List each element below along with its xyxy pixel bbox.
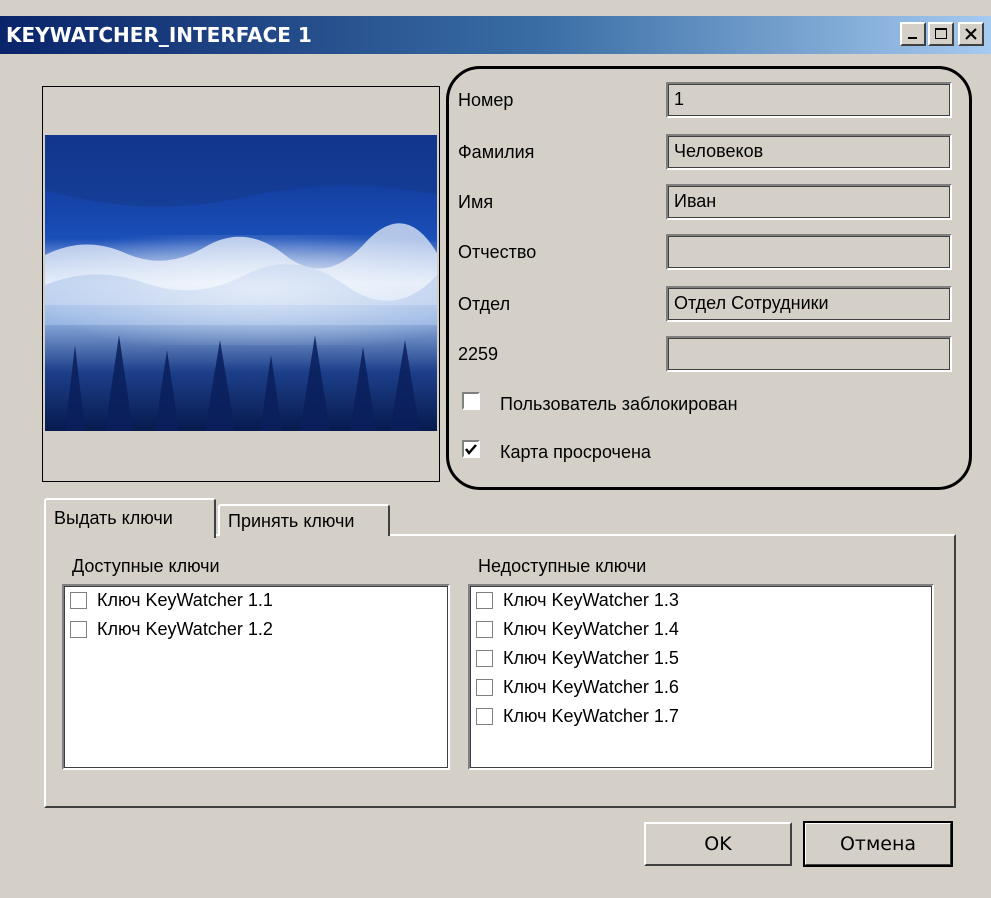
checkmark-icon [465,444,477,455]
department-field[interactable]: Отдел Сотрудники [666,286,952,322]
number-field[interactable]: 1 [666,82,952,118]
surname-field[interactable]: Человеков [666,134,952,170]
surname-label: Фамилия [458,142,535,162]
window-title: KEYWATCHER_INTERFACE 1 [6,23,312,47]
cancel-button[interactable]: Отмена [803,821,953,867]
checkbox-icon[interactable] [476,592,493,609]
checkbox-icon[interactable] [476,708,493,725]
blocked-label: Пользователь заблокирован [500,394,738,414]
list-item[interactable]: Ключ KeyWatcher 1.5 [470,644,932,673]
department-label: Отдел [458,294,511,314]
name-field[interactable]: Иван [666,184,952,220]
key-label: Ключ KeyWatcher 1.1 [97,590,273,610]
list-item[interactable]: Ключ KeyWatcher 1.2 [64,615,448,644]
close-button[interactable] [958,22,984,46]
key-label: Ключ KeyWatcher 1.3 [503,590,679,610]
ok-button[interactable]: OK [644,822,792,866]
minimize-button[interactable] [900,22,926,46]
maximize-icon [935,28,947,39]
key-label: Ключ KeyWatcher 1.2 [97,619,273,639]
code-label: 2259 [458,344,499,364]
close-icon [965,28,977,40]
key-label: Ключ KeyWatcher 1.6 [503,677,679,697]
user-photo [45,135,437,431]
expired-label: Карта просрочена [500,442,651,462]
expired-checkbox[interactable] [462,440,480,458]
checkbox-icon[interactable] [476,650,493,667]
photo-frame [42,86,440,482]
blocked-checkbox[interactable] [462,392,480,410]
checkbox-icon[interactable] [70,621,87,638]
checkbox-icon[interactable] [476,621,493,638]
available-keys-list[interactable]: Ключ KeyWatcher 1.1 Ключ KeyWatcher 1.2 [62,584,450,770]
tab-issue-keys[interactable]: Выдать ключи [44,498,216,538]
number-label: Номер [458,90,514,110]
unavailable-keys-list[interactable]: Ключ KeyWatcher 1.3 Ключ KeyWatcher 1.4 … [468,584,934,770]
minimize-icon [908,37,917,39]
unavailable-keys-header: Недоступные ключи [478,556,647,576]
title-bar[interactable]: KEYWATCHER_INTERFACE 1 [0,16,991,54]
patronymic-label: Отчество [458,242,537,262]
checkbox-icon[interactable] [70,592,87,609]
key-label: Ключ KeyWatcher 1.4 [503,619,679,639]
code-field[interactable] [666,336,952,372]
list-item[interactable]: Ключ KeyWatcher 1.1 [64,586,448,615]
available-keys-header: Доступные ключи [72,556,220,576]
checkbox-icon[interactable] [476,679,493,696]
list-item[interactable]: Ключ KeyWatcher 1.3 [470,586,932,615]
patronymic-field[interactable] [666,234,952,270]
key-label: Ключ KeyWatcher 1.7 [503,706,679,726]
name-label: Имя [458,192,494,212]
info-highlight [446,66,972,490]
key-label: Ключ KeyWatcher 1.5 [503,648,679,668]
list-item[interactable]: Ключ KeyWatcher 1.4 [470,615,932,644]
dialog-window: KEYWATCHER_INTERFACE 1 Номер 1 Фамилия Ч… [0,0,991,898]
tab-accept-keys[interactable]: Принять ключи [218,504,390,536]
list-item[interactable]: Ключ KeyWatcher 1.7 [470,702,932,731]
maximize-button[interactable] [928,22,954,46]
list-item[interactable]: Ключ KeyWatcher 1.6 [470,673,932,702]
